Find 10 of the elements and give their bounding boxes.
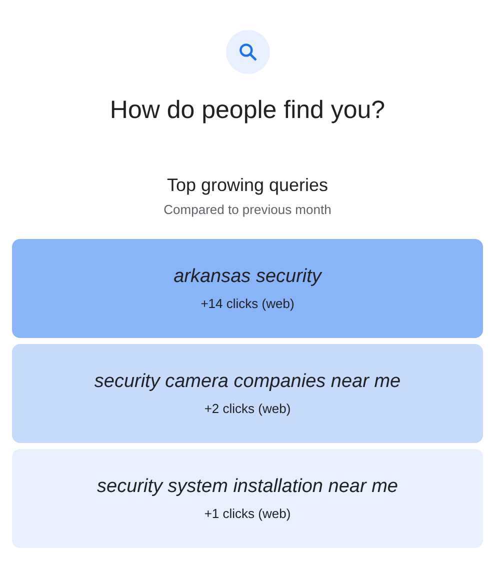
page-title: How do people find you? — [110, 96, 386, 125]
section-subtitle: Compared to previous month — [164, 202, 332, 217]
query-text: security camera companies near me — [94, 371, 401, 393]
clicks-text: +2 clicks (web) — [204, 401, 291, 416]
section-title: Top growing queries — [166, 175, 328, 196]
clicks-text: +1 clicks (web) — [204, 506, 291, 521]
query-text: arkansas security — [174, 266, 322, 288]
clicks-text: +14 clicks (web) — [200, 296, 294, 311]
search-icon — [226, 30, 270, 74]
query-text: security system installation near me — [97, 476, 398, 498]
